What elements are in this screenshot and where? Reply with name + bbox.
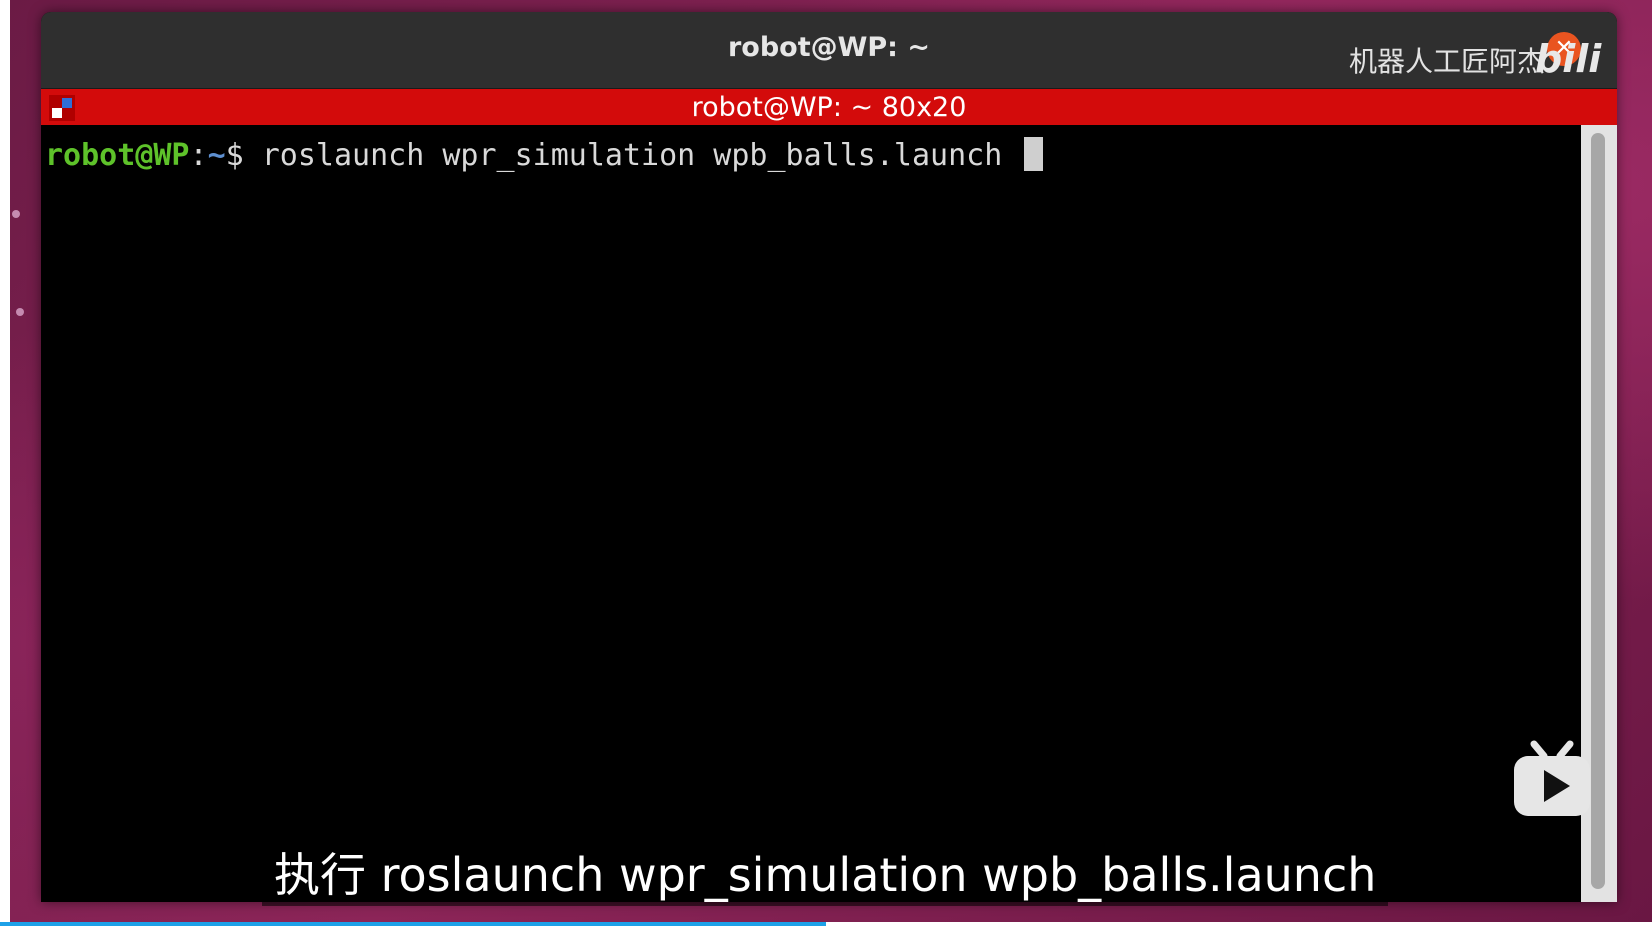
bilibili-logo-icon: bili — [1535, 37, 1602, 81]
bilibili-tv-play-icon[interactable] — [1510, 740, 1594, 822]
terminal-window: robot@WP: ~ 机器人工匠阿杰 ✕ bili robot@WP: ~ 8… — [41, 12, 1617, 902]
progress-bar[interactable] — [0, 922, 826, 926]
svg-text:bili: bili — [1535, 37, 1602, 81]
video-frame: robot@WP: ~ 机器人工匠阿杰 ✕ bili robot@WP: ~ 8… — [0, 0, 1652, 940]
terminal-output[interactable]: robot@WP:~$ roslaunch wpr_simulation wpb… — [41, 125, 1581, 902]
desktop-dot — [16, 308, 24, 316]
desktop-dot — [12, 210, 20, 218]
prompt-colon: : — [189, 138, 208, 173]
title-bar[interactable]: robot@WP: ~ 机器人工匠阿杰 ✕ bili — [41, 12, 1617, 89]
video-subtitle: 执行 roslaunch wpr_simulation wpb_balls.la… — [262, 844, 1389, 906]
command-text: roslaunch wpr_simulation wpb_balls.launc… — [261, 138, 1021, 173]
text-cursor — [1024, 137, 1044, 171]
tab-title: robot@WP: ~ 80x20 — [691, 92, 967, 123]
uploader-watermark: 机器人工匠阿杰 — [1348, 45, 1545, 78]
terminal-tab[interactable]: robot@WP: ~ 80x20 — [41, 89, 1617, 125]
prompt-user: robot@WP — [45, 138, 190, 173]
prompt-sign: $ — [225, 138, 262, 173]
prompt-path: ~ — [207, 138, 226, 173]
command-line: robot@WP:~$ roslaunch wpr_simulation wpb… — [45, 137, 1044, 173]
